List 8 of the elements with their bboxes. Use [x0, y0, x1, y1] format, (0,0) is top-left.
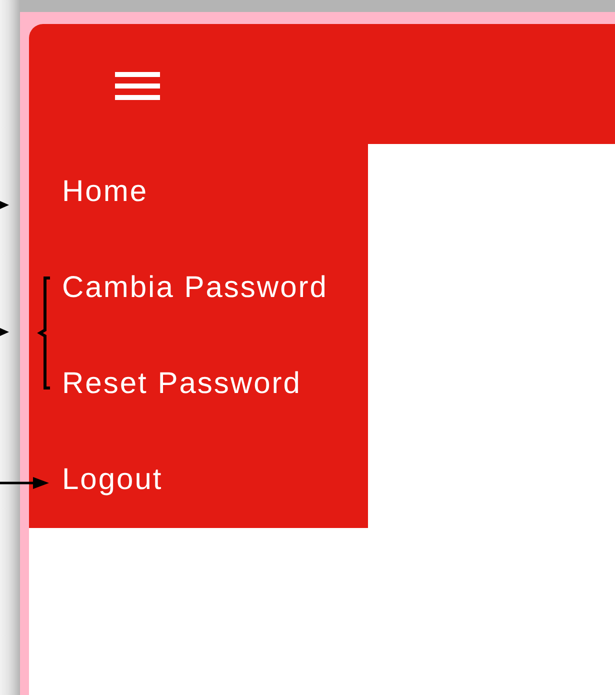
menu-icon[interactable]	[115, 72, 160, 100]
sidebar-item[interactable]: Home	[29, 144, 368, 240]
annotation-arrow	[0, 476, 49, 490]
sidebar-item[interactable]: Reset Password	[29, 336, 368, 432]
annotation-arrow	[0, 200, 9, 210]
sidebar-item[interactable]: Logout	[29, 432, 368, 528]
sidebar-item[interactable]: Cambia Password	[29, 240, 368, 336]
annotation-arrow	[0, 327, 9, 337]
